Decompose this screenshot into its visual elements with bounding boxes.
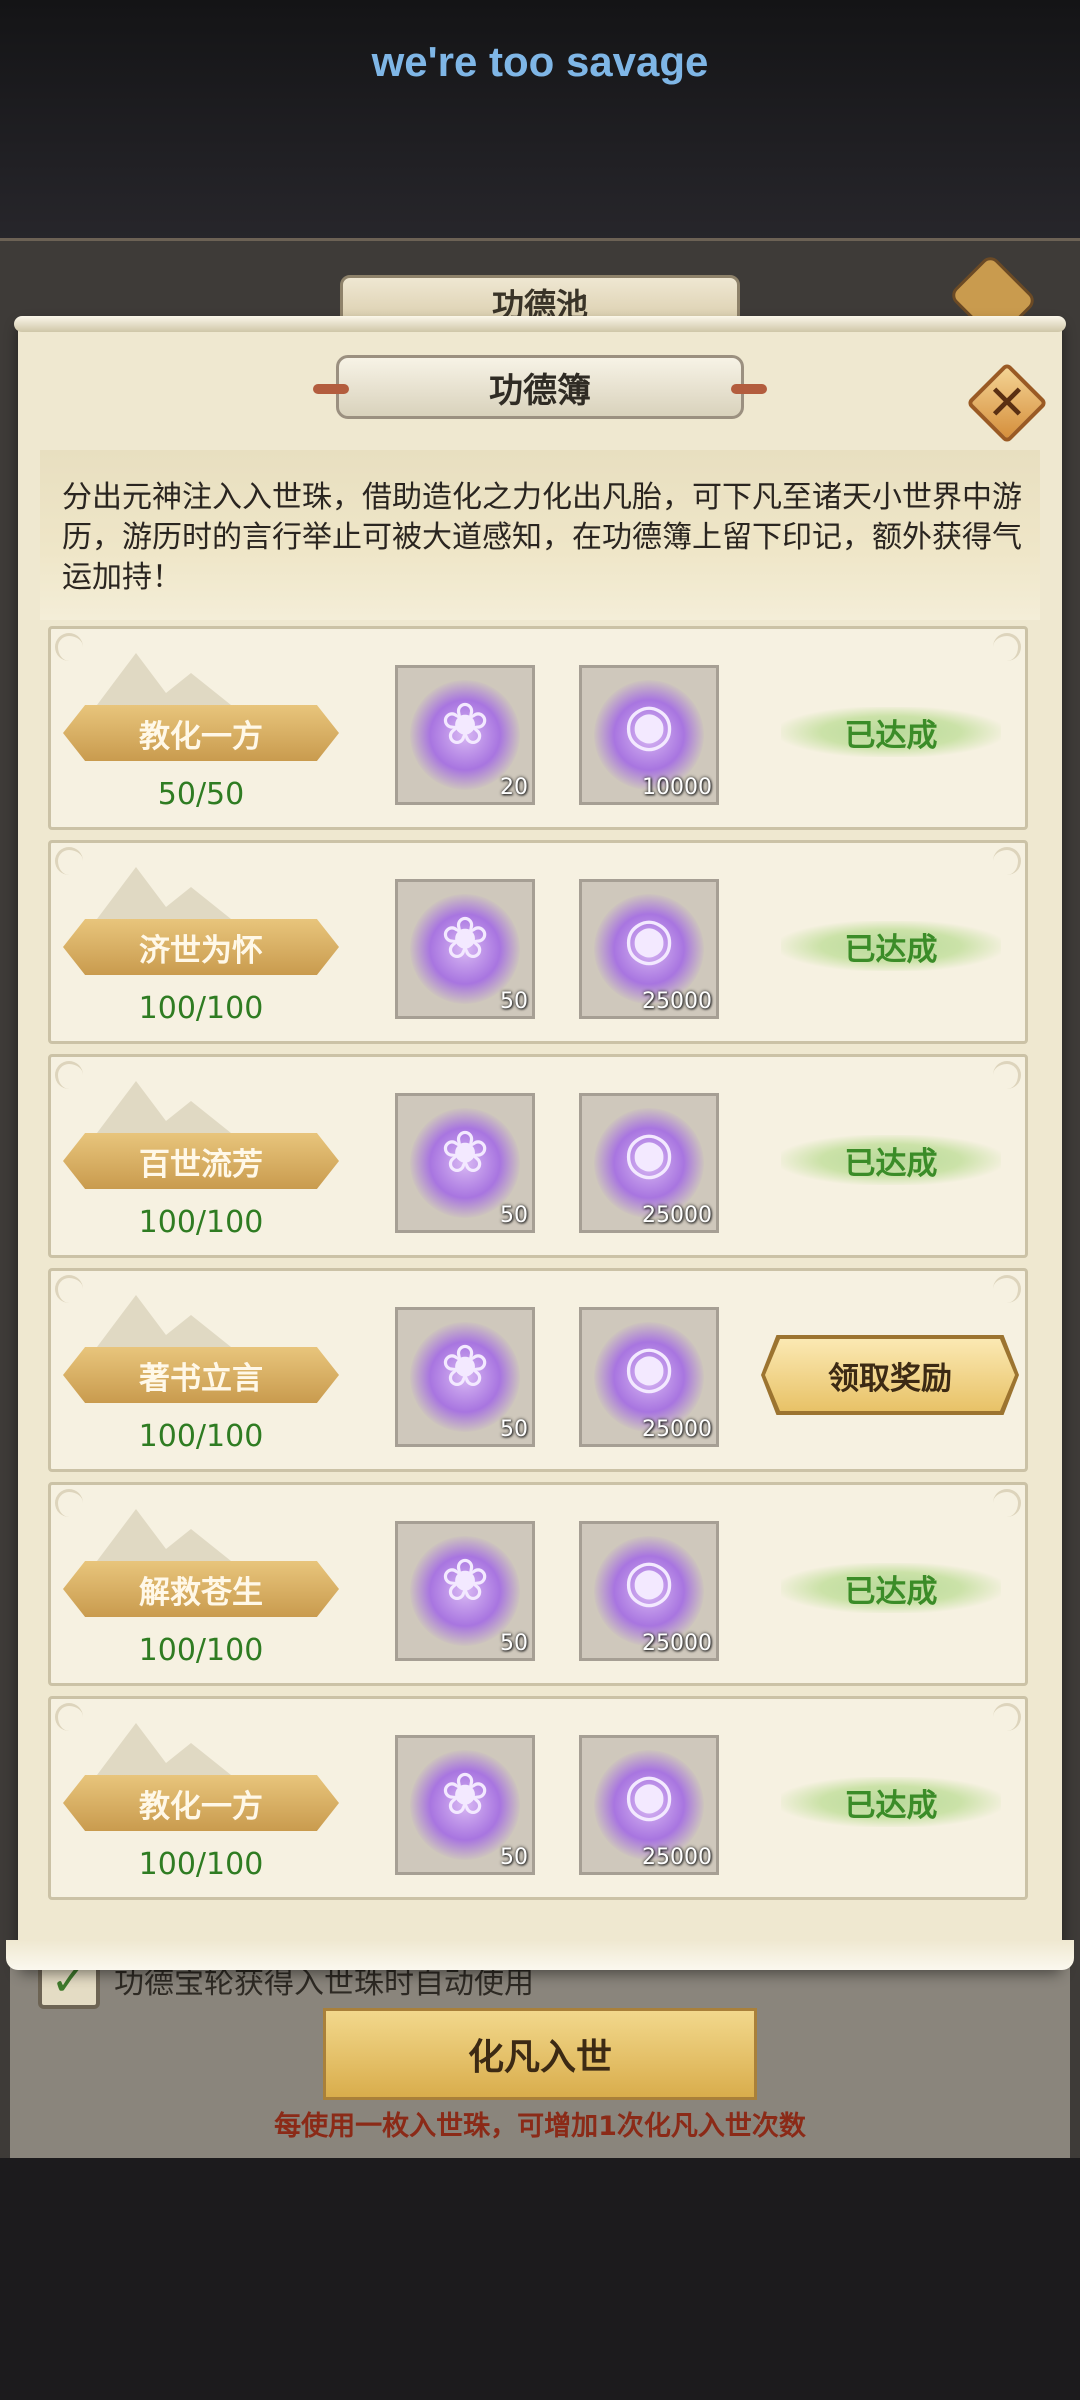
lotus-icon: ❀ (440, 1760, 490, 1828)
task-list: 教化一方 50/50 ❀ 20 ◉ 10000 已达成 济世为怀 100/100 ❀… (48, 626, 1028, 1910)
task-row: 百世流芳 100/100 ❀ 50 ◉ 25000 已达成 (48, 1054, 1028, 1258)
reward-qty: 50 (500, 989, 528, 1014)
reward-qty: 25000 (642, 1845, 712, 1870)
task-row: 著书立言 100/100 ❀ 50 ◉ 25000 领取奖励 (48, 1268, 1028, 1472)
top-bar (0, 0, 1080, 240)
reward-slot[interactable]: ◉ 10000 (579, 665, 719, 805)
swirl-orb-icon: ◉ (623, 1332, 675, 1400)
reward-slot[interactable]: ❀ 50 (395, 1093, 535, 1233)
close-icon: ✕ (986, 375, 1028, 431)
task-name-plate: 著书立言 (63, 1347, 339, 1403)
task-name-plate: 解救苍生 (63, 1561, 339, 1617)
reward-qty: 50 (500, 1631, 528, 1656)
reward-slot[interactable]: ◉ 25000 (579, 1735, 719, 1875)
lotus-icon: ❀ (440, 1546, 490, 1614)
reward-slot[interactable]: ❀ 50 (395, 1521, 535, 1661)
reward-slot[interactable]: ❀ 50 (395, 1735, 535, 1875)
status-completed: 已达成 (781, 921, 1001, 971)
reward-slot[interactable]: ❀ 20 (395, 665, 535, 805)
task-progress: 100/100 (138, 1847, 264, 1882)
corner-ornament (55, 1703, 83, 1731)
task-name: 济世为怀 (139, 932, 263, 969)
lotus-icon: ❀ (440, 1332, 490, 1400)
swirl-orb-icon: ◉ (623, 904, 675, 972)
corner-ornament (55, 847, 83, 875)
enter-world-button[interactable]: 化凡入世 (323, 2008, 757, 2100)
swirl-orb-icon: ◉ (623, 1760, 675, 1828)
task-name-plate: 教化一方 (63, 705, 339, 761)
caption-overlay: we're too savage (371, 38, 709, 85)
mountain-decoration-icon (91, 653, 241, 713)
task-name: 解救苍生 (139, 1574, 263, 1611)
corner-ornament (993, 1489, 1021, 1517)
reward-qty: 25000 (642, 989, 712, 1014)
corner-ornament (55, 633, 83, 661)
reward-qty: 10000 (642, 775, 712, 800)
task-name: 教化一方 (139, 718, 263, 755)
task-row: 济世为怀 100/100 ❀ 50 ◉ 25000 已达成 (48, 840, 1028, 1044)
reward-qty: 25000 (642, 1631, 712, 1656)
reward-slot[interactable]: ◉ 25000 (579, 1307, 719, 1447)
swirl-orb-icon: ◉ (623, 1118, 675, 1186)
mountain-decoration-icon (91, 1509, 241, 1569)
task-progress: 100/100 (138, 1205, 264, 1240)
task-progress: 100/100 (138, 991, 264, 1026)
corner-ornament (993, 1275, 1021, 1303)
mountain-decoration-icon (91, 1081, 241, 1141)
scroll-rod (14, 316, 1066, 332)
reward-slot[interactable]: ◉ 25000 (579, 1093, 719, 1233)
task-name: 教化一方 (139, 1788, 263, 1825)
task-name-plate: 百世流芳 (63, 1133, 339, 1189)
task-name: 著书立言 (139, 1360, 263, 1397)
dialog-title-plate: 功德簿 (313, 355, 767, 419)
task-progress: 50/50 (157, 777, 245, 812)
status-completed: 已达成 (781, 707, 1001, 757)
task-progress: 100/100 (138, 1419, 264, 1454)
swirl-orb-icon: ◉ (623, 690, 675, 758)
task-row: 教化一方 100/100 ❀ 50 ◉ 25000 已达成 (48, 1696, 1028, 1900)
dialog-description: 分出元神注入入世珠，借助造化之力化出凡胎，可下凡至诸天小世界中游历，游历时的言行… (62, 480, 1022, 595)
mountain-decoration-icon (91, 1295, 241, 1355)
close-button[interactable]: ✕ (965, 361, 1049, 445)
reward-slot[interactable]: ◉ 25000 (579, 1521, 719, 1661)
reward-slot[interactable]: ◉ 25000 (579, 879, 719, 1019)
reward-slot[interactable]: ❀ 50 (395, 1307, 535, 1447)
mountain-decoration-icon (91, 867, 241, 927)
corner-ornament (993, 847, 1021, 875)
corner-ornament (55, 1061, 83, 1089)
task-name-plate: 教化一方 (63, 1775, 339, 1831)
status-completed: 已达成 (781, 1135, 1001, 1185)
bottom-bar (0, 2158, 1080, 2400)
mountain-decoration-icon (91, 1723, 241, 1783)
task-row: 教化一方 50/50 ❀ 20 ◉ 10000 已达成 (48, 626, 1028, 830)
corner-ornament (993, 633, 1021, 661)
lotus-icon: ❀ (440, 1118, 490, 1186)
reward-qty: 50 (500, 1417, 528, 1442)
reward-qty: 20 (500, 775, 528, 800)
task-progress: 100/100 (138, 1633, 264, 1668)
corner-ornament (55, 1489, 83, 1517)
swirl-orb-icon: ◉ (623, 1546, 675, 1614)
corner-ornament (55, 1275, 83, 1303)
status-completed: 已达成 (781, 1563, 1001, 1613)
reward-qty: 25000 (642, 1417, 712, 1442)
status-completed: 已达成 (781, 1777, 1001, 1827)
corner-ornament (993, 1061, 1021, 1089)
reward-qty: 50 (500, 1203, 528, 1228)
hint-text: 每使用一枚入世珠，可增加1次化凡入世次数 (274, 2111, 806, 2142)
dialog-title: 功德簿 (489, 370, 591, 411)
claim-reward-button[interactable]: 领取奖励 (765, 1339, 1015, 1411)
lotus-icon: ❀ (440, 904, 490, 972)
task-row: 解救苍生 100/100 ❀ 50 ◉ 25000 已达成 (48, 1482, 1028, 1686)
corner-ornament (993, 1703, 1021, 1731)
reward-slot[interactable]: ❀ 50 (395, 879, 535, 1019)
task-name: 百世流芳 (139, 1146, 263, 1183)
reward-qty: 50 (500, 1845, 528, 1870)
lotus-icon: ❀ (440, 690, 490, 758)
reward-qty: 25000 (642, 1203, 712, 1228)
scroll-bottom-curl (6, 1940, 1074, 1970)
task-name-plate: 济世为怀 (63, 919, 339, 975)
